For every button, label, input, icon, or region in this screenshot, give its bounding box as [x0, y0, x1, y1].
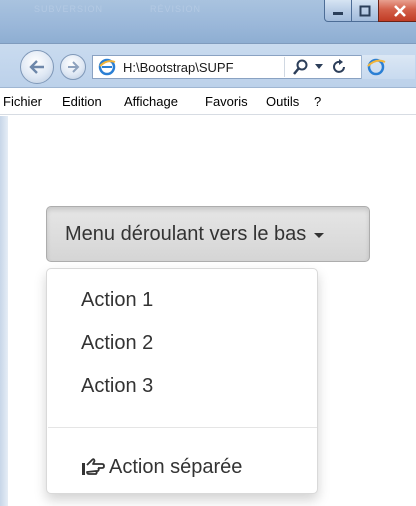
- window-left-edge: [0, 116, 8, 506]
- navigation-bar: H:\Bootstrap\SUPF: [0, 44, 416, 88]
- menu-bar: Fichier Edition Affichage Favoris Outils…: [0, 88, 416, 115]
- dropdown-divider: [48, 427, 317, 428]
- caret-down-icon: [314, 232, 325, 238]
- maximize-button[interactable]: [351, 0, 379, 22]
- menu-favorites[interactable]: Favoris: [205, 94, 248, 109]
- new-tab-button[interactable]: [361, 55, 415, 79]
- menu-help[interactable]: ?: [314, 94, 321, 109]
- close-icon: [394, 4, 406, 17]
- hand-point-right-icon: [82, 458, 105, 475]
- search-icon: [293, 59, 308, 75]
- minimize-icon: [333, 11, 343, 15]
- dropdown-arrow-button[interactable]: [313, 57, 325, 77]
- address-divider: [284, 57, 285, 77]
- window-titlebar: SUBVERSION RÉVISION: [0, 0, 416, 44]
- search-button[interactable]: [291, 57, 311, 77]
- menu-tools[interactable]: Outils: [266, 94, 299, 109]
- arrow-left-icon: [29, 60, 44, 74]
- dropdown-item[interactable]: Action 1: [47, 280, 317, 320]
- address-url: H:\Bootstrap\SUPF: [123, 60, 234, 75]
- close-button[interactable]: [378, 0, 416, 22]
- dropdown-toggle-label: Menu déroulant vers le bas: [65, 222, 307, 245]
- dropdown-toggle-button[interactable]: Menu déroulant vers le bas: [46, 206, 370, 262]
- address-bar[interactable]: H:\Bootstrap\SUPF: [92, 55, 415, 79]
- refresh-button[interactable]: [329, 57, 349, 77]
- maximize-icon: [359, 5, 371, 16]
- forward-button[interactable]: [60, 54, 86, 80]
- refresh-icon: [333, 59, 345, 73]
- ie-tab-icon: [367, 58, 386, 76]
- dropdown-item-separated-label: Action séparée: [109, 455, 243, 478]
- minimize-button[interactable]: [324, 0, 352, 22]
- ghost-tab-label: SUBVERSION: [34, 4, 104, 14]
- ie-page-icon: [98, 58, 116, 76]
- dropdown-item[interactable]: Action 2: [47, 323, 317, 363]
- dropdown-item[interactable]: Action 3: [47, 366, 317, 406]
- menu-edit[interactable]: Edition: [62, 94, 102, 109]
- dropdown-item-separated[interactable]: Action séparée: [47, 447, 317, 487]
- menu-view[interactable]: Affichage: [124, 94, 178, 109]
- dropdown-menu: Action 1 Action 2 Action 3 Action séparé…: [46, 268, 318, 494]
- chevron-down-icon: [315, 64, 323, 69]
- back-button[interactable]: [20, 50, 54, 84]
- ghost-tab-label: RÉVISION: [150, 4, 202, 14]
- menu-file[interactable]: Fichier: [3, 94, 42, 109]
- arrow-right-icon: [68, 61, 80, 73]
